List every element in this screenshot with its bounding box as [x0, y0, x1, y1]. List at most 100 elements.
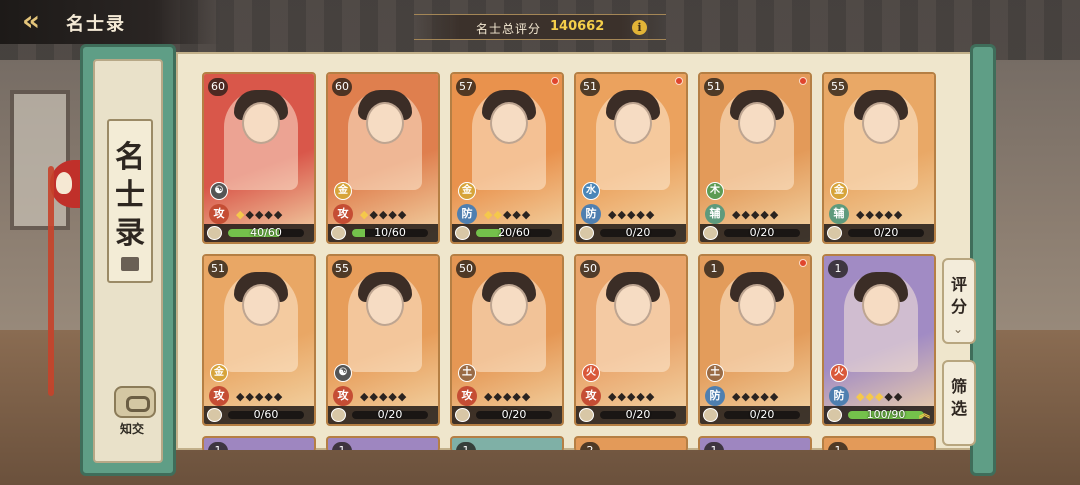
star-rating: ◆◆◆◆◆ — [732, 390, 779, 404]
star-rating: ◆◆◆◆◆ — [484, 390, 531, 404]
star-rating: ◆◆◆◆◆ — [236, 208, 283, 222]
star-icon: ◆ — [397, 208, 408, 221]
title-tag: 名士录 — [107, 119, 153, 283]
avatar — [455, 226, 470, 240]
background-window — [10, 90, 70, 230]
star-icon: ◆ — [769, 208, 780, 221]
star-icon: ◆ — [645, 390, 656, 403]
hero-card[interactable]: 51 木 辅 ◆◆◆◆◆ 0/20 — [698, 72, 812, 244]
hero-card[interactable]: 55 金 辅 ◆◆◆◆◆ 0/20 — [822, 72, 936, 244]
star-icon: ◆ — [369, 390, 379, 403]
fragment-progress-text: 100/90 — [866, 408, 906, 421]
star-icon: ◆ — [369, 208, 379, 221]
hero-card[interactable]: 1 — [698, 436, 812, 450]
star-icon: ◆ — [893, 390, 904, 403]
star-icon: ◆ — [273, 208, 284, 221]
hero-card[interactable]: 60 ☯ 攻 ◆◆◆◆◆ 40/60 — [202, 72, 316, 244]
card-bottom-bar: 0/20 — [452, 406, 562, 424]
upgrade-arrow-icon[interactable]: ︽ — [919, 405, 930, 421]
star-icon: ◆ — [884, 208, 894, 221]
title-tag-text: 名士录 — [115, 140, 145, 251]
star-rating: ◆◆◆◆◆ — [856, 390, 903, 404]
back-button[interactable]: « — [14, 6, 48, 38]
zhijiao-button[interactable]: 知交 — [108, 386, 164, 442]
fragment-progress-text: 0/20 — [625, 226, 651, 239]
element-icon: 土 — [458, 364, 476, 382]
star-icon: ◆ — [254, 390, 265, 403]
fragment-progress-text: 0/20 — [749, 226, 775, 239]
hero-level: 60 — [332, 78, 352, 96]
hero-level: 55 — [332, 260, 352, 278]
hero-level: 60 — [208, 78, 228, 96]
hero-card[interactable]: 1 土 防 ◆◆◆◆◆ 0/20 — [698, 254, 812, 426]
role-badge: 攻 — [457, 386, 477, 406]
info-icon[interactable]: i — [632, 20, 647, 35]
avatar — [331, 408, 346, 422]
star-icon: ◆ — [617, 208, 627, 221]
fragment-progress-text: 40/60 — [250, 226, 282, 239]
portrait-face — [490, 102, 528, 144]
star-icon: ◆ — [264, 390, 274, 403]
star-icon: ◆ — [750, 390, 761, 403]
star-icon: ◆ — [760, 390, 770, 403]
hero-card[interactable]: 1 — [450, 436, 564, 450]
portrait-face — [366, 284, 404, 326]
element-icon: 土 — [706, 364, 724, 382]
hero-card[interactable]: 1 — [326, 436, 440, 450]
fragment-progress-text: 20/60 — [498, 226, 530, 239]
hero-card[interactable]: 1 — [822, 436, 936, 450]
star-icon: ◆ — [865, 208, 875, 221]
notification-dot-icon — [675, 77, 683, 85]
hero-level: 51 — [208, 260, 228, 278]
hero-card[interactable]: 60 金 攻 ◆◆◆◆◆ 10/60 — [326, 72, 440, 244]
star-icon: ◆ — [645, 208, 656, 221]
portrait-face — [242, 284, 280, 326]
avatar — [455, 408, 470, 422]
star-icon: ◆ — [254, 208, 265, 221]
hero-card[interactable]: 50 火 攻 ◆◆◆◆◆ 0/20 — [574, 254, 688, 426]
star-icon: ◆ — [493, 208, 503, 221]
hero-card[interactable]: 57 金 防 ◆◆◆◆◆ 20/60 — [450, 72, 564, 244]
star-icon: ◆ — [388, 208, 398, 221]
avatar — [579, 226, 594, 240]
avatar — [827, 226, 842, 240]
hero-level: 55 — [828, 78, 848, 96]
star-rating: ◆◆◆◆◆ — [608, 208, 655, 222]
hero-card[interactable]: 55 ☯ 攻 ◆◆◆◆◆ 0/20 — [326, 254, 440, 426]
chevron-left-icon: « — [21, 4, 41, 37]
star-icon: ◆ — [378, 208, 389, 221]
star-icon: ◆ — [626, 390, 637, 403]
role-badge: 攻 — [333, 204, 353, 224]
rating-sort-button[interactable]: 评分 ⌄ — [942, 258, 976, 344]
star-icon: ◆ — [874, 208, 885, 221]
hero-level: 1 — [704, 442, 724, 450]
hero-card[interactable]: 51 水 防 ◆◆◆◆◆ 0/20 — [574, 72, 688, 244]
card-bottom-bar: 10/60 — [328, 224, 438, 242]
role-badge: 辅 — [705, 204, 725, 224]
card-bottom-bar: 0/20 — [576, 406, 686, 424]
top-bar: « 名士录 — [0, 0, 220, 44]
portrait-face — [366, 102, 404, 144]
hero-card[interactable]: 50 土 攻 ◆◆◆◆◆ 0/20 — [450, 254, 564, 426]
hero-card[interactable]: 51 金 攻 ◆◆◆◆◆ 0/60 — [202, 254, 316, 426]
fragment-progress-text: 0/20 — [873, 226, 899, 239]
page-title: 名士录 — [66, 14, 126, 35]
star-icon: ◆ — [741, 390, 751, 403]
hero-card[interactable]: 1 — [202, 436, 316, 450]
filter-button[interactable]: 筛选 — [942, 360, 976, 446]
portrait-face — [862, 102, 900, 144]
element-icon: ☯ — [334, 364, 352, 382]
hero-card[interactable]: 2 — [574, 436, 688, 450]
star-icon: ◆ — [636, 208, 646, 221]
element-icon: 金 — [334, 182, 352, 200]
card-bottom-bar: 100/90 ︽ — [824, 406, 934, 424]
avatar — [207, 226, 222, 240]
portrait-face — [242, 102, 280, 144]
star-icon: ◆ — [874, 390, 885, 403]
hero-card[interactable]: 1 火 防 ◆◆◆◆◆ 100/90 ︽ — [822, 254, 936, 426]
avatar — [579, 408, 594, 422]
hero-grid: 60 ☯ 攻 ◆◆◆◆◆ 40/60 60 金 攻 ◆◆◆◆◆ 10/60 57… — [202, 72, 936, 450]
element-icon: 金 — [458, 182, 476, 200]
hero-level: 50 — [456, 260, 476, 278]
element-icon: ☯ — [210, 182, 228, 200]
